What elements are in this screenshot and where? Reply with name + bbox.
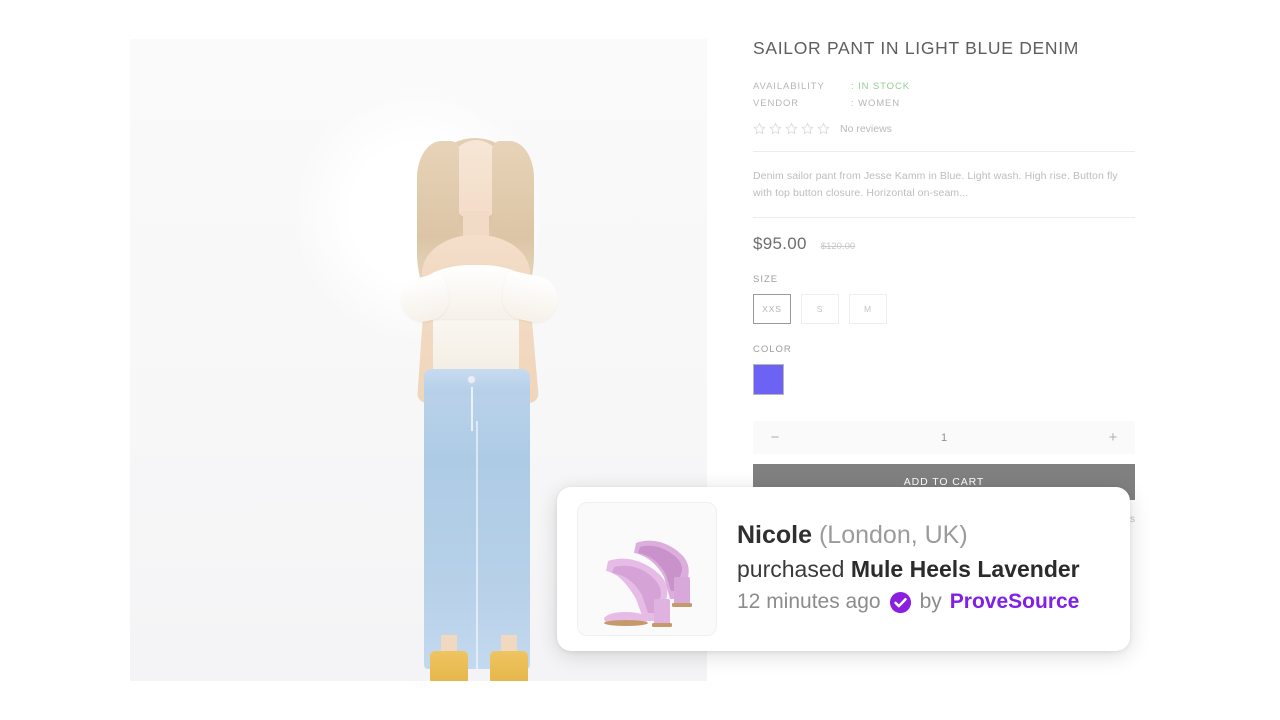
rating-row[interactable]: No reviews	[753, 122, 1135, 135]
color-option-periwinkle-blue[interactable]	[753, 364, 784, 395]
size-option-m[interactable]: M	[849, 294, 887, 324]
quantity-value[interactable]: 1	[941, 432, 947, 444]
star-icon[interactable]	[801, 122, 814, 135]
availability-value: : IN STOCK	[851, 81, 910, 92]
size-label: SIZE	[753, 274, 779, 285]
vendor-row: VENDOR : WOMEN	[753, 95, 1135, 112]
star-icon[interactable]	[817, 122, 830, 135]
price-row: $95.00 $120.00	[753, 234, 1135, 254]
product-description: Denim sailor pant from Jesse Kamm in Blu…	[753, 170, 1118, 199]
notification-by-label: by	[919, 590, 942, 614]
verified-check-icon	[889, 591, 911, 613]
notification-action-verb: purchased	[737, 556, 845, 583]
star-icon[interactable]	[769, 122, 782, 135]
color-selector[interactable]	[753, 364, 1135, 395]
denim-waistband	[424, 369, 530, 395]
provesource-notification[interactable]: Nicole (London, UK) purchased Mule Heels…	[557, 487, 1130, 651]
vendor-label: VENDOR	[753, 98, 800, 109]
divider-top	[753, 151, 1135, 152]
light-blue-denim-pant	[424, 369, 530, 669]
quantity-stepper[interactable]: − 1 +	[753, 421, 1135, 454]
availability-row: AVAILABILITY : IN STOCK	[753, 78, 1135, 95]
availability-label: AVAILABILITY	[753, 81, 825, 92]
yellow-sandal-left	[430, 651, 468, 681]
lavender-mule-heels-icon	[604, 540, 692, 627]
notification-footer-line: 12 minutes ago by ProveSource	[737, 590, 1080, 614]
page-title: SAILOR PANT IN LIGHT BLUE DENIM	[753, 38, 1080, 58]
provesource-brand-label[interactable]: ProveSource	[950, 590, 1080, 614]
quantity-increment-button[interactable]: +	[1105, 430, 1121, 445]
star-icon[interactable]	[785, 122, 798, 135]
denim-button-fly	[471, 387, 473, 431]
yellow-sandal-right	[490, 651, 528, 681]
price-current: $95.00	[753, 234, 807, 253]
notification-body: Nicole (London, UK) purchased Mule Heels…	[737, 522, 1080, 616]
divider-middle	[753, 217, 1135, 218]
size-option-xxs[interactable]: XXS	[753, 294, 791, 324]
size-option-s[interactable]: S	[801, 294, 839, 324]
product-details: SAILOR PANT IN LIGHT BLUE DENIM AVAILABI…	[753, 38, 1135, 525]
price-original: $120.00	[820, 241, 856, 252]
notification-product-name[interactable]: Mule Heels Lavender	[851, 556, 1080, 582]
quantity-decrement-button[interactable]: −	[767, 430, 783, 445]
star-icon[interactable]	[753, 122, 766, 135]
vendor-value: : WOMEN	[851, 98, 901, 109]
notification-product-thumbnail[interactable]	[577, 502, 717, 636]
notification-person-name: Nicole	[737, 520, 813, 549]
notification-person-line: Nicole (London, UK)	[737, 522, 1080, 548]
color-label: COLOR	[753, 344, 792, 355]
reviews-count-label[interactable]: No reviews	[840, 123, 892, 135]
notification-action-line: purchased Mule Heels Lavender	[737, 557, 1080, 581]
product-page: SAILOR PANT IN LIGHT BLUE DENIM AVAILABI…	[0, 0, 1280, 720]
notification-person-location: (London, UK)	[818, 520, 968, 549]
size-selector[interactable]: XXS S M	[753, 294, 1135, 324]
notification-timestamp: 12 minutes ago	[737, 590, 881, 614]
star-rating[interactable]	[753, 122, 830, 135]
denim-top-button	[467, 375, 476, 384]
